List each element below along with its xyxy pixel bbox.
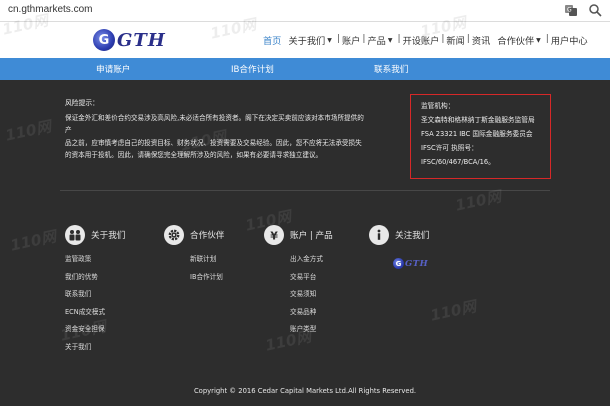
nav-separator: | (336, 33, 340, 44)
nav-item-about[interactable]: 关于我们 ▼ (288, 33, 334, 47)
info-icon (369, 225, 389, 245)
logo-emblem: G (93, 29, 115, 51)
risk-title: 风险提示： (65, 99, 99, 107)
footer-col-title: 关于我们 (91, 231, 126, 241)
nav-item-partners[interactable]: 合作伙伴 ▼ (497, 33, 543, 47)
logo-text: GTH (117, 29, 166, 51)
subnav-apply-account[interactable]: 申请账户 (96, 63, 130, 75)
nav-separator: | (545, 33, 549, 44)
yen-icon: ¥ (264, 225, 284, 245)
footer-col-title: 关注我们 (395, 231, 430, 241)
nav-separator: | (397, 33, 401, 44)
copyright: Copyright © 2016 Cedar Capital Markets L… (193, 387, 417, 395)
nav-label: 资讯 (471, 36, 491, 47)
nav-label: 首页 (263, 36, 282, 47)
translate-icon[interactable]: G (564, 3, 578, 17)
caret-down-icon: ▼ (536, 36, 541, 44)
nav-label: 新闻 (446, 36, 465, 47)
logo-emblem: G (393, 258, 404, 269)
footer-col-title: 账户 | 产品 (290, 231, 333, 241)
footer-col-header: 合作伙伴 (164, 225, 224, 245)
regulator-line: 圣文森特和格林纳丁斯金融服务监管局 (421, 116, 535, 124)
nav-separator: | (441, 33, 445, 44)
regulator-title: 监管机构： (421, 102, 455, 110)
watermark: 110网 (3, 117, 53, 145)
nav-label: 账户 (341, 36, 361, 47)
search-icon[interactable] (588, 3, 602, 17)
nav-separator: | (466, 33, 470, 44)
footer-col-header: 关于我们 (65, 225, 125, 245)
footer-link-deposit-methods[interactable]: 出入金方式 (290, 251, 333, 269)
nav-label: 关于我们 (288, 36, 326, 47)
footer-col-header: ¥ 账户 | 产品 (264, 225, 333, 245)
footer-col-partners: 合作伙伴 新联计划 IB合作计划 (164, 225, 224, 286)
footer-link-regulation[interactable]: 监管政策 (65, 251, 125, 269)
nav-item-account[interactable]: 账户 (342, 33, 360, 47)
site-logo[interactable]: G GTH (93, 28, 173, 52)
footer-col-follow: 关注我们 (369, 225, 429, 245)
footer-col-about: 关于我们 监管政策 我们的优势 联系我们 ECN成交模式 资金安全担保 关于我们 (65, 225, 125, 356)
nav-item-open-account[interactable]: 开设账户 (403, 33, 440, 47)
nav-item-news[interactable]: 新闻 (446, 33, 464, 47)
watermark: 110网 (8, 227, 58, 255)
footer-link-instruments[interactable]: 交易品种 (290, 304, 333, 322)
browser-address-bar[interactable]: cn.gthmarkets.com G (0, 0, 610, 22)
footer-link-contact[interactable]: 联系我们 (65, 286, 125, 304)
address-url[interactable]: cn.gthmarkets.com (8, 4, 92, 15)
nav-item-home[interactable]: 首页 (263, 33, 281, 47)
footer-col-title: 合作伙伴 (190, 231, 225, 241)
risk-line: 的资本用于投机。因此，请确保您完全理解所涉及的风险，如果有必要请寻求独立建议。 (65, 151, 323, 159)
footer-link-trading-notes[interactable]: 交易须知 (290, 286, 333, 304)
risk-line: 品之前，应审慎考虑自己的投资目标、财务状况、投资需要及交易经验。因此，您不应将无… (65, 138, 362, 147)
nav-separator: | (362, 33, 366, 44)
nav-label: 开设账户 (402, 36, 440, 47)
site-header: G GTH 首页 | 关于我们▼ | 账户 | 产品▼ | 开设账户 | 新闻 … (0, 22, 610, 58)
gear-icon (164, 225, 184, 245)
risk-line: 保证金外汇和差价合约交易涉及高风险,未必适合所有投资者。阁下在决定买卖前应该对本… (65, 113, 364, 135)
caret-down-icon: ▼ (387, 36, 393, 44)
regulator-line: IFSC/60/467/BCA/16。 (421, 158, 495, 166)
logo-letter: G (395, 259, 402, 268)
caret-down-icon: ▼ (327, 36, 332, 44)
nav-item-user-center[interactable]: 用户中心 (551, 33, 588, 47)
footer-link-xinlian-plan[interactable]: 新联计划 (190, 251, 224, 269)
people-icon (65, 225, 85, 245)
svg-text:¥: ¥ (270, 230, 278, 242)
risk-warning: 风险提示： 保证金外汇和差价合约交易涉及高风险,未必适合所有投资者。阁下在决定买… (65, 97, 365, 162)
nav-item-info[interactable]: 资讯 (472, 33, 490, 47)
subnav-contact-us[interactable]: 联系我们 (374, 63, 408, 75)
nav-item-products[interactable]: 产品 ▼ (367, 33, 395, 47)
footer-link-fund-safety[interactable]: 资金安全担保 (65, 321, 125, 339)
footer-link-list: 监管政策 我们的优势 联系我们 ECN成交模式 资金安全担保 关于我们 (65, 251, 125, 356)
browser-toolbar-icons: G (564, 3, 602, 17)
footer-link-platform[interactable]: 交易平台 (290, 269, 333, 287)
logo-letter: G (98, 32, 110, 48)
sub-nav-bar: 申请账户 IB合作计划 联系我们 (0, 58, 610, 80)
svg-text:G: G (567, 7, 572, 14)
subnav-ib-program[interactable]: IB合作计划 (231, 63, 274, 75)
watermark: 110网 (428, 297, 478, 325)
nav-label: 合作伙伴 (497, 36, 535, 47)
regulator-line: FSA 23321 IBC 国际金融服务委员会 (421, 130, 533, 138)
footer-link-about[interactable]: 关于我们 (65, 339, 125, 357)
regulator-box: 监管机构： 圣文森特和格林纳丁斯金融服务监管局 FSA 23321 IBC 国际… (410, 94, 551, 179)
regulator-line: IFSC许可 执照号： (421, 144, 478, 152)
footer-col-header: 关注我们 (369, 225, 429, 245)
footer-logo[interactable]: G GTH (393, 258, 428, 269)
footer-link-advantages[interactable]: 我们的优势 (65, 269, 125, 287)
footer-link-ecn[interactable]: ECN成交模式 (65, 304, 125, 322)
nav-label: 产品 (367, 36, 386, 47)
nav-label: 用户中心 (550, 36, 588, 47)
footer-link-list: 出入金方式 交易平台 交易须知 交易品种 账户类型 (264, 251, 333, 339)
main-nav: 首页 | 关于我们▼ | 账户 | 产品▼ | 开设账户 | 新闻 | 资讯 |… (263, 33, 588, 47)
footer-link-ib-program[interactable]: IB合作计划 (190, 269, 224, 287)
footer-divider (60, 190, 550, 191)
footer-col-account-products: ¥ 账户 | 产品 出入金方式 交易平台 交易须知 交易品种 账户类型 (264, 225, 333, 339)
footer-link-account-types[interactable]: 账户类型 (290, 321, 333, 339)
footer-link-list: 新联计划 IB合作计划 (164, 251, 224, 286)
logo-text: GTH (405, 258, 429, 269)
